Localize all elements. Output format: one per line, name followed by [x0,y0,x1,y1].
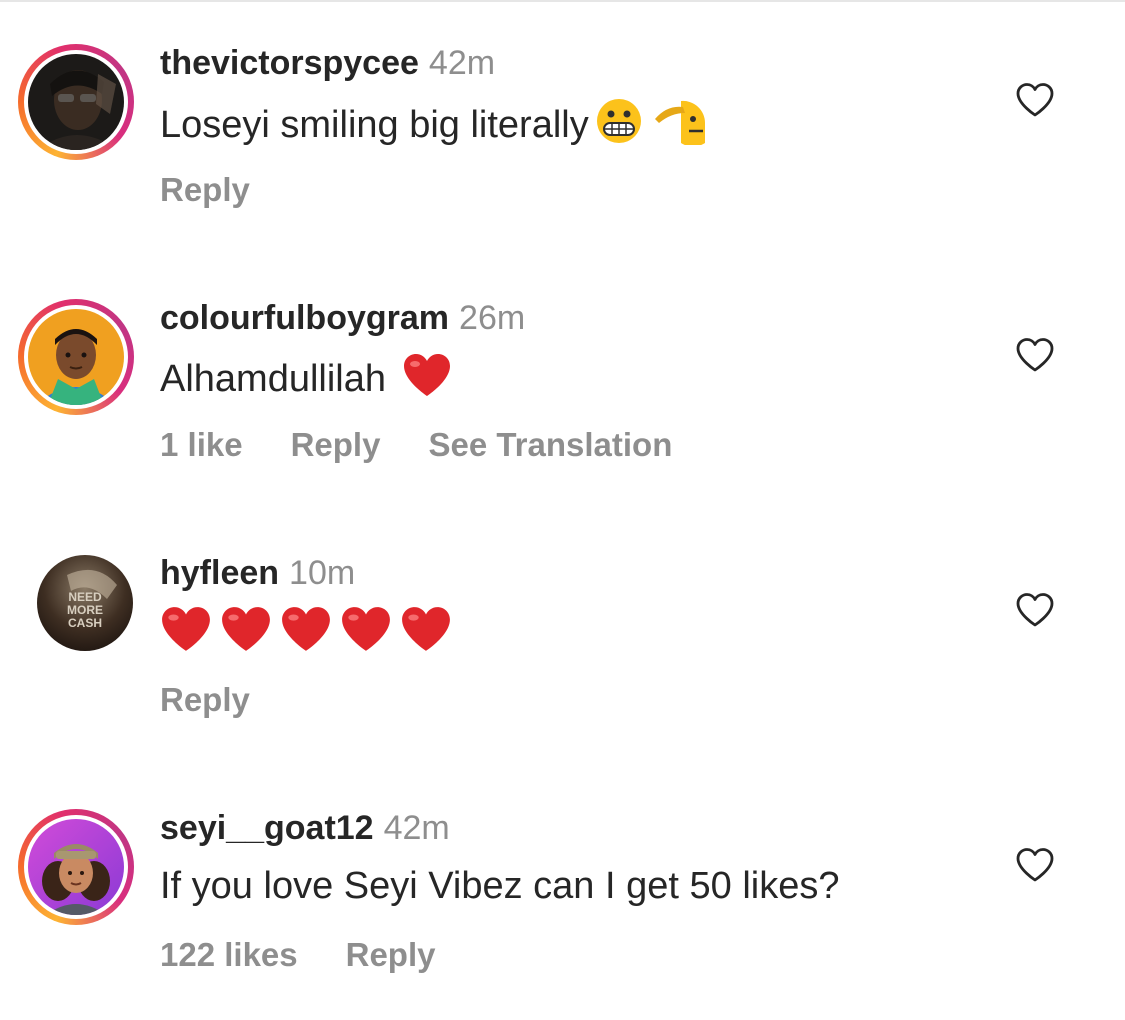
comment-header: colourfulboygram 26m [160,298,525,338]
comment-time: 26m [459,299,526,337]
likes-count[interactable]: 1 like [160,426,243,463]
comment-header: seyi__goat12 42m [160,808,450,848]
username[interactable]: seyi__goat12 [160,809,374,847]
comment-text-content: Loseyi smiling big literally [160,104,589,147]
avatar [28,309,124,405]
avatar-logo-text: NEED [68,590,102,604]
grimacing-face-icon [595,97,643,157]
red-heart-icon [340,605,392,665]
comment-time: 10m [289,554,356,592]
comment-text: If you love Seyi Vibez can I get 50 like… [160,862,839,910]
like-heart-icon[interactable] [1015,847,1055,883]
comment-time: 42m [428,44,496,82]
comment-actions: 1 like Reply See Translation [160,425,720,465]
reply-button[interactable]: Reply [291,426,381,463]
svg-text:CASH: CASH [68,616,102,630]
red-heart-icon [402,352,452,410]
avatar[interactable]: NEED MORE CASH [37,555,133,651]
username[interactable]: thevictorspycee [160,44,419,82]
comment-text-content: If you love Seyi Vibez can I get 50 like… [160,865,840,907]
comment-actions: Reply [160,680,298,720]
comment-actions: 122 likes Reply [160,935,484,975]
comment-text [160,605,452,665]
see-translation-button[interactable]: See Translation [428,426,672,463]
red-heart-icon [220,605,272,665]
comment-item: thevictorspycee 42m Loseyi smiling big li… [0,0,1125,255]
like-heart-icon[interactable] [1015,82,1055,118]
like-heart-icon[interactable] [1015,337,1055,373]
red-heart-icon [400,605,452,665]
comment-item: seyi__goat12 42m If you love Seyi Vibez c… [0,765,1125,1020]
likes-count[interactable]: 122 likes [160,936,298,973]
comment-text: Loseyi smiling big literally [160,97,705,157]
avatar-story-ring[interactable] [18,299,134,415]
red-heart-icon [280,605,332,665]
comment-item: NEED MORE CASH hyfleen 10m Reply [0,510,1125,765]
comment-time: 42m [383,809,450,847]
reply-button[interactable]: Reply [160,681,250,718]
avatar-story-ring[interactable] [18,809,134,925]
avatar-story-ring[interactable] [18,44,134,160]
comment-actions: Reply [160,170,298,210]
avatar [28,54,124,150]
username[interactable]: colourfulboygram [160,299,449,337]
avatar [28,819,124,915]
like-heart-icon[interactable] [1015,592,1055,628]
reply-button[interactable]: Reply [346,936,436,973]
comment-header: thevictorspycee 42m [160,43,495,83]
reply-button[interactable]: Reply [160,171,250,208]
username[interactable]: hyfleen [160,554,279,592]
comment-item: colourfulboygram 26m Alhamdullilah 1 like… [0,255,1125,510]
comment-header: hyfleen 10m [160,553,355,593]
comment-text-content: Alhamdullilah [160,358,387,401]
saluting-face-icon [653,97,705,157]
comment-text: Alhamdullilah [160,352,452,410]
svg-text:MORE: MORE [67,603,103,617]
red-heart-icon [160,605,212,665]
